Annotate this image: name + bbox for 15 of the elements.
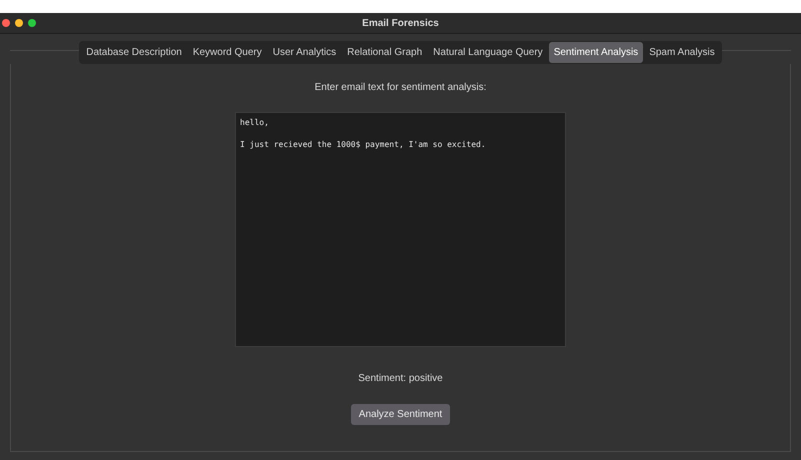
email-text-field[interactable]: hello, I just recieved the 1000$ payment, I'am so excited.	[235, 112, 566, 347]
tab[interactable]: Sentiment Analysis	[548, 42, 644, 63]
tab[interactable]: Natural Language Query	[428, 42, 548, 63]
tab[interactable]: Relational Graph	[342, 42, 428, 63]
tab[interactable]: Keyword Query	[188, 42, 267, 63]
tab[interactable]: Database Description	[81, 42, 187, 63]
minimize-icon[interactable]	[15, 19, 23, 27]
close-icon[interactable]	[2, 19, 10, 27]
maximize-icon[interactable]	[28, 19, 36, 27]
analyze-button[interactable]: Analyze Sentiment	[350, 404, 450, 425]
prompt-label: Enter email text for sentiment analysis:	[314, 81, 486, 95]
window-title: Email Forensics	[362, 16, 439, 30]
tab[interactable]: User Analytics	[268, 42, 342, 63]
sentiment-result: Sentiment: positive	[358, 372, 443, 386]
tab[interactable]: Spam Analysis	[644, 42, 720, 63]
